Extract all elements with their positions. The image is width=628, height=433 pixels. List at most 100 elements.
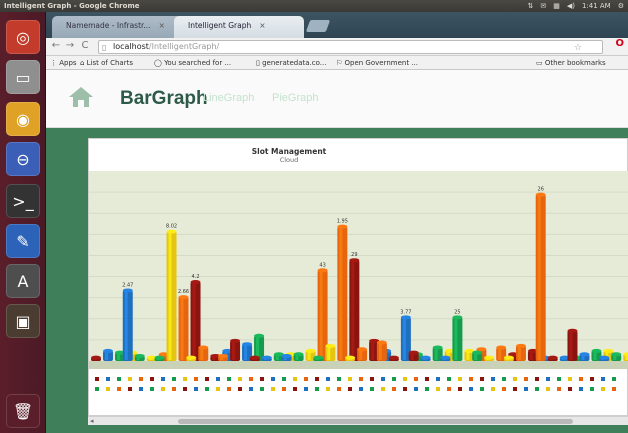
legend-swatch[interactable] bbox=[359, 387, 363, 391]
legend-swatch[interactable] bbox=[315, 387, 319, 391]
bookmark-open-government[interactable]: ⚐ Open Government ... bbox=[336, 56, 418, 69]
legend-swatch[interactable] bbox=[568, 387, 572, 391]
legend-swatch[interactable] bbox=[249, 377, 253, 381]
legend-swatch[interactable] bbox=[502, 377, 506, 381]
legend-swatch[interactable] bbox=[238, 377, 242, 381]
legend-swatch[interactable] bbox=[403, 377, 407, 381]
bookmark-you-searched[interactable]: ◯ You searched for ... bbox=[154, 56, 231, 69]
legend-swatch[interactable] bbox=[271, 387, 275, 391]
legend-swatch[interactable] bbox=[348, 377, 352, 381]
apps-bookmark[interactable]: ⋮ Apps bbox=[50, 56, 77, 69]
legend-swatch[interactable] bbox=[183, 377, 187, 381]
close-icon[interactable]: × bbox=[159, 21, 165, 30]
close-icon[interactable]: × bbox=[259, 21, 265, 30]
legend-swatch[interactable] bbox=[293, 387, 297, 391]
nav-bargraph-link[interactable]: BarGraph bbox=[120, 88, 208, 110]
legend-swatch[interactable] bbox=[612, 377, 616, 381]
legend-swatch[interactable] bbox=[425, 387, 429, 391]
legend-swatch[interactable] bbox=[612, 387, 616, 391]
tab-active[interactable]: Intelligent Graph × bbox=[174, 16, 304, 38]
legend-swatch[interactable] bbox=[414, 387, 418, 391]
legend-swatch[interactable] bbox=[260, 377, 264, 381]
legend-swatch[interactable] bbox=[535, 377, 539, 381]
legend-swatch[interactable] bbox=[392, 377, 396, 381]
legend-swatch[interactable] bbox=[447, 377, 451, 381]
legend-swatch[interactable] bbox=[194, 377, 198, 381]
nav-piegraph-link[interactable]: PieGraph bbox=[272, 92, 318, 104]
horizontal-scrollbar[interactable]: ◂ bbox=[88, 416, 628, 425]
legend-swatch[interactable] bbox=[381, 387, 385, 391]
files-icon[interactable]: ▭ bbox=[6, 60, 40, 94]
bookmark-other[interactable]: ▭ Other bookmarks bbox=[536, 56, 606, 69]
legend-swatch[interactable] bbox=[579, 387, 583, 391]
legend-swatch[interactable] bbox=[491, 377, 495, 381]
legend-swatch[interactable] bbox=[601, 377, 605, 381]
legend-swatch[interactable] bbox=[227, 387, 231, 391]
legend-swatch[interactable] bbox=[601, 387, 605, 391]
legend-swatch[interactable] bbox=[128, 377, 132, 381]
legend-swatch[interactable] bbox=[414, 377, 418, 381]
legend-swatch[interactable] bbox=[480, 377, 484, 381]
legend-swatch[interactable] bbox=[293, 377, 297, 381]
new-tab-button[interactable] bbox=[305, 20, 331, 32]
legend-swatch[interactable] bbox=[95, 387, 99, 391]
terminal-icon[interactable]: >_ bbox=[6, 184, 40, 218]
legend-swatch[interactable] bbox=[139, 377, 143, 381]
legend-swatch[interactable] bbox=[524, 377, 528, 381]
bar[interactable] bbox=[198, 347, 209, 361]
legend-swatch[interactable] bbox=[535, 387, 539, 391]
panel-indicator[interactable]: ▦ bbox=[553, 0, 560, 12]
legend-swatch[interactable] bbox=[557, 387, 561, 391]
legend-swatch[interactable] bbox=[403, 387, 407, 391]
legend-swatch[interactable] bbox=[128, 387, 132, 391]
home-icon[interactable] bbox=[68, 86, 94, 108]
legend-swatch[interactable] bbox=[469, 387, 473, 391]
chrome-icon[interactable]: ◉ bbox=[6, 102, 40, 136]
legend-swatch[interactable] bbox=[513, 387, 517, 391]
address-bar[interactable]: ▯ localhost/IntelligentGraph/ ☆ bbox=[98, 40, 603, 54]
legend-swatch[interactable] bbox=[469, 377, 473, 381]
legend-swatch[interactable] bbox=[348, 387, 352, 391]
ubuntu-software-icon[interactable]: ◎ bbox=[6, 20, 40, 54]
legend-swatch[interactable] bbox=[436, 377, 440, 381]
panel-indicator[interactable]: 1:41 AM bbox=[582, 0, 611, 12]
legend-swatch[interactable] bbox=[546, 377, 550, 381]
legend-swatch[interactable] bbox=[524, 387, 528, 391]
panel-indicator[interactable]: ⚙ bbox=[618, 0, 624, 12]
panel-indicator[interactable]: ⇅ bbox=[527, 0, 533, 12]
legend-swatch[interactable] bbox=[370, 377, 374, 381]
legend-swatch[interactable] bbox=[326, 377, 330, 381]
legend-swatch[interactable] bbox=[150, 377, 154, 381]
legend-swatch[interactable] bbox=[458, 377, 462, 381]
legend-swatch[interactable] bbox=[436, 387, 440, 391]
legend-swatch[interactable] bbox=[480, 387, 484, 391]
legend-swatch[interactable] bbox=[139, 387, 143, 391]
legend-swatch[interactable] bbox=[117, 377, 121, 381]
trash-icon[interactable]: 🗑 bbox=[6, 394, 40, 428]
star-icon[interactable]: ☆ bbox=[574, 42, 582, 54]
legend-swatch[interactable] bbox=[359, 377, 363, 381]
legend-swatch[interactable] bbox=[150, 387, 154, 391]
legend-swatch[interactable] bbox=[282, 377, 286, 381]
legend-swatch[interactable] bbox=[337, 387, 341, 391]
legend-swatch[interactable] bbox=[326, 387, 330, 391]
legend-swatch[interactable] bbox=[502, 387, 506, 391]
legend-swatch[interactable] bbox=[227, 377, 231, 381]
legend-swatch[interactable] bbox=[590, 377, 594, 381]
legend-swatch[interactable] bbox=[95, 377, 99, 381]
legend-swatch[interactable] bbox=[425, 377, 429, 381]
legend-swatch[interactable] bbox=[271, 377, 275, 381]
legend-swatch[interactable] bbox=[260, 387, 264, 391]
legend-swatch[interactable] bbox=[161, 377, 165, 381]
legend-swatch[interactable] bbox=[546, 387, 550, 391]
legend-swatch[interactable] bbox=[337, 377, 341, 381]
scroll-thumb[interactable] bbox=[178, 419, 573, 424]
bar[interactable] bbox=[178, 297, 189, 361]
legend-swatch[interactable] bbox=[458, 387, 462, 391]
legend-swatch[interactable] bbox=[568, 377, 572, 381]
legend-swatch[interactable] bbox=[161, 387, 165, 391]
legend-swatch[interactable] bbox=[194, 387, 198, 391]
forward-icon[interactable]: → bbox=[64, 40, 76, 52]
legend-swatch[interactable] bbox=[205, 387, 209, 391]
opera-icon[interactable]: O bbox=[615, 38, 624, 49]
